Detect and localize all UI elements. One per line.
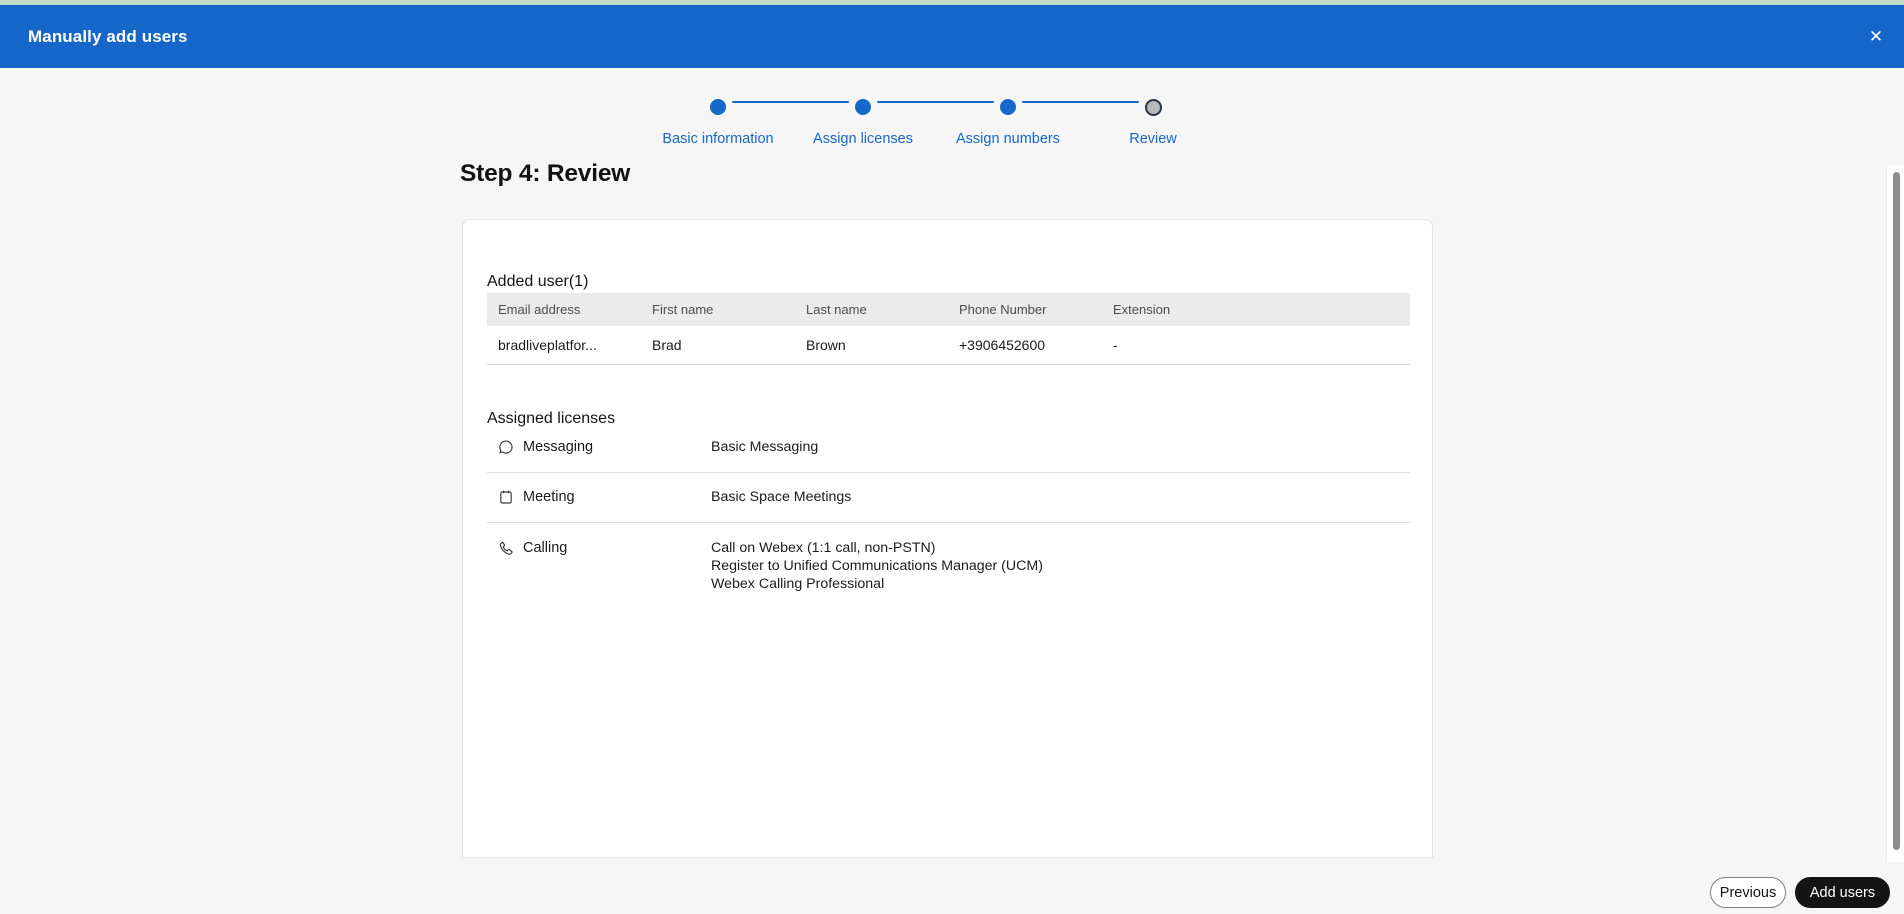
scrollbar-thumb[interactable] xyxy=(1893,172,1900,850)
stepper: Basic information Assign licenses Assign… xyxy=(0,90,1904,155)
license-label: Messaging xyxy=(523,439,594,455)
cell-extension: - xyxy=(1113,337,1118,353)
cell-email: bradliveplatfor... xyxy=(498,337,597,353)
page-title: Step 4: Review xyxy=(460,160,631,187)
previous-button[interactable]: Previous xyxy=(1710,877,1786,908)
table-row: bradliveplatfor... Brad Brown +390645260… xyxy=(487,326,1410,365)
step-dot-current xyxy=(1144,98,1162,116)
step-label: Assign licenses xyxy=(813,131,913,147)
step-dot-complete xyxy=(855,99,871,115)
step-dot-complete xyxy=(1000,99,1016,115)
license-label: Meeting xyxy=(523,489,575,505)
license-value: Call on Webex (1:1 call, non-PSTN) xyxy=(711,540,936,556)
cell-phone-number: +3906452600 xyxy=(959,337,1046,353)
stepper-step-assign-numbers[interactable]: Assign numbers xyxy=(928,95,1088,151)
cell-first-name: Brad xyxy=(652,337,682,353)
chat-bubble-icon xyxy=(498,439,514,455)
license-value: Webex Calling Professional xyxy=(711,575,885,592)
cell-last-name: Brown xyxy=(806,337,846,353)
stepper-step-assign-licenses[interactable]: Assign licenses xyxy=(783,95,943,151)
step-label: Assign numbers xyxy=(956,131,1060,147)
step-label: Review xyxy=(1129,131,1177,147)
assigned-licenses-list: Messaging Basic Messaging Meeting Basic … xyxy=(487,426,1410,593)
license-value: Basic Messaging xyxy=(711,439,819,455)
license-value: Basic Space Meetings xyxy=(711,489,852,505)
license-row-meeting: Meeting Basic Space Meetings xyxy=(487,473,1410,523)
modal-title: Manually add users xyxy=(28,26,188,46)
step-dot-complete xyxy=(710,99,726,115)
added-users-table: Email address First name Last name Phone… xyxy=(487,293,1410,365)
phone-handset-icon xyxy=(498,540,514,556)
column-header-last-name: Last name xyxy=(806,302,867,317)
stepper-step-review[interactable]: Review xyxy=(1073,95,1233,151)
step-label: Basic information xyxy=(662,131,774,147)
column-header-phone-number: Phone Number xyxy=(959,302,1047,317)
column-header-first-name: First name xyxy=(652,302,714,317)
license-value: Register to Unified Communications Manag… xyxy=(711,557,1043,574)
stepper-step-basic-information[interactable]: Basic information xyxy=(638,95,798,151)
add-users-button[interactable]: Add users xyxy=(1795,877,1890,908)
table-header-row: Email address First name Last name Phone… xyxy=(487,293,1410,326)
license-row-messaging: Messaging Basic Messaging xyxy=(487,426,1410,473)
close-button[interactable]: ✕ xyxy=(1859,19,1893,53)
column-header-extension: Extension xyxy=(1113,302,1171,317)
modal-header: Manually add users ✕ xyxy=(0,5,1904,68)
review-card: Added user(1) Email address First name L… xyxy=(462,219,1433,858)
close-icon: ✕ xyxy=(1868,26,1884,46)
calendar-icon xyxy=(498,489,514,505)
column-header-email: Email address xyxy=(498,302,581,317)
license-row-calling: Calling Call on Webex (1:1 call, non-PST… xyxy=(487,523,1410,593)
added-users-title: Added user(1) xyxy=(487,273,589,290)
license-label: Calling xyxy=(523,540,568,556)
scrollbar[interactable] xyxy=(1886,165,1904,862)
